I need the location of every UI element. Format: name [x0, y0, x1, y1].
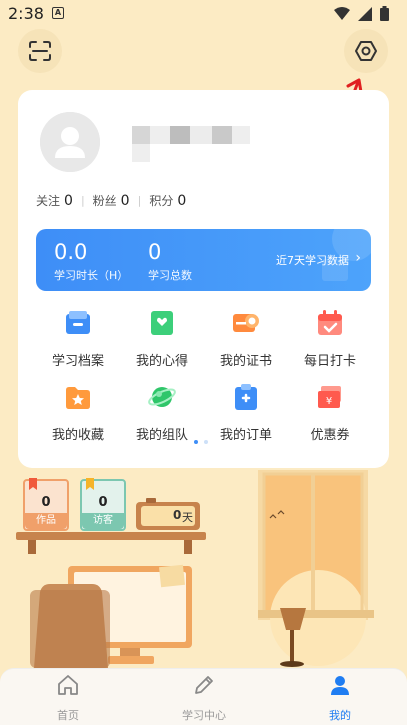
points-stat[interactable]: 积分 0 — [149, 192, 186, 209]
follow-stat[interactable]: 关注 0 — [36, 192, 73, 209]
streak-days-unit: 天 — [182, 511, 193, 524]
scan-button[interactable] — [18, 29, 62, 73]
bottom-nav: 首页 学习中心 我的 — [0, 668, 407, 725]
study-data-banner[interactable]: 0.0 学习时长（H） 0 学习总数 近7天学习数据 › — [36, 229, 371, 291]
study-duration-value: 0.0 — [54, 240, 88, 264]
menu-item-coupons[interactable]: ¥ 优惠券 — [288, 382, 372, 443]
battery-icon — [380, 6, 389, 21]
status-time: 2:38 — [8, 4, 44, 23]
works-badge[interactable]: 0 作品 — [23, 478, 69, 531]
home-icon — [58, 675, 78, 695]
default-avatar-icon — [40, 112, 100, 172]
study-duration-label: 学习时长（H） — [54, 269, 129, 282]
bookmark-icon — [29, 478, 37, 490]
nav-mine[interactable]: 我的 — [300, 673, 380, 723]
menu-item-daily-checkin[interactable]: 每日打卡 — [288, 308, 372, 369]
menu-item-my-notes[interactable]: 我的心得 — [120, 308, 204, 369]
pager-dot-active — [194, 440, 198, 444]
menu-item-study-archive[interactable]: 学习档案 — [36, 308, 120, 369]
nav-home[interactable]: 首页 — [28, 673, 108, 723]
coupon-icon: ¥ — [318, 386, 341, 408]
nav-study-center[interactable]: 学习中心 — [164, 673, 244, 723]
menu-item-my-orders[interactable]: 我的订单 — [204, 382, 288, 443]
study-total-label: 学习总数 — [148, 269, 192, 282]
menu-item-my-favorites[interactable]: 我的收藏 — [36, 382, 120, 443]
study-room-illustration: 0 作品 0 访客 0 天 — [0, 468, 407, 668]
stats-row: 关注 0 | 粉丝 0 | 积分 0 — [36, 192, 186, 209]
bookmark-icon — [86, 478, 94, 490]
wifi-icon — [334, 7, 350, 20]
certificate-icon — [233, 314, 259, 332]
fans-stat[interactable]: 粉丝 0 — [93, 192, 130, 209]
chevron-right-icon: › — [355, 250, 361, 266]
pager-dots — [194, 440, 208, 444]
notes-icon — [151, 311, 173, 335]
streak-days-count: 0 — [173, 508, 182, 522]
avatar[interactable] — [40, 112, 100, 172]
profile-card: 关注 0 | 粉丝 0 | 积分 0 0.0 学习时长（H） 0 学习总数 近7天学习… — [18, 90, 389, 468]
menu-item-my-certificates[interactable]: 我的证书 — [204, 308, 288, 369]
pager-dot — [204, 440, 208, 444]
hexagon-settings-icon — [355, 41, 377, 61]
pencil-icon — [195, 676, 213, 694]
study-total-value: 0 — [148, 240, 162, 264]
archive-icon — [66, 311, 90, 334]
settings-button[interactable] — [344, 29, 388, 73]
notification-a-icon: A — [52, 7, 64, 19]
menu-item-my-team[interactable]: 我的组队 — [120, 382, 204, 443]
divider: | — [80, 194, 85, 207]
status-bar: 2:38 A — [0, 0, 407, 28]
divider: | — [137, 194, 142, 207]
order-clipboard-icon — [235, 384, 257, 410]
visitors-badge[interactable]: 0 访客 — [80, 478, 126, 531]
scan-icon — [29, 41, 51, 61]
svg-text:¥: ¥ — [326, 396, 332, 407]
calendar-check-icon — [318, 310, 342, 335]
team-planet-icon — [148, 387, 176, 407]
profile-icon — [331, 676, 349, 695]
signal-icon — [358, 6, 372, 21]
favorites-folder-icon — [66, 387, 90, 409]
status-icons — [334, 6, 389, 21]
recent-study-link[interactable]: 近7天学习数据 — [276, 252, 349, 268]
